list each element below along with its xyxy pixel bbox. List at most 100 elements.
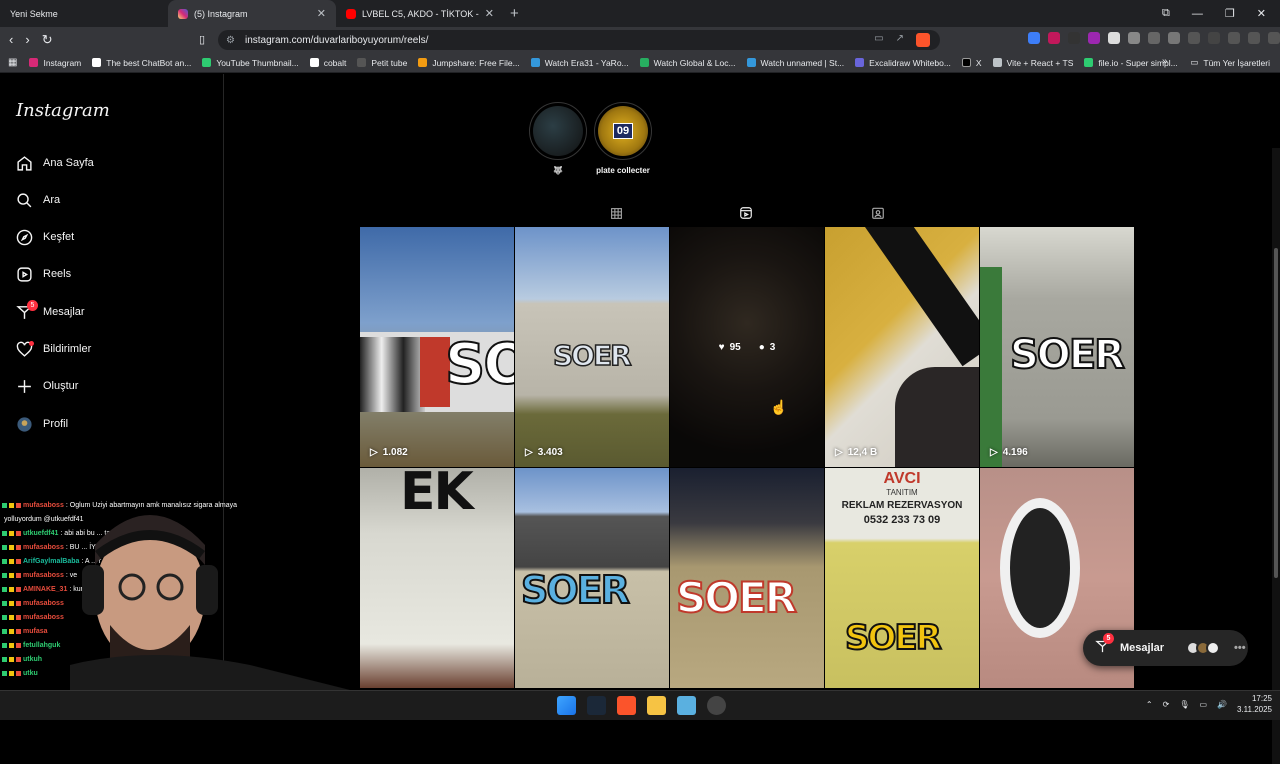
tab-new[interactable]: Yeni Sekme (0, 0, 168, 27)
steam-icon[interactable] (587, 696, 606, 715)
extension-icon[interactable] (1148, 32, 1160, 44)
reel-thumbnail[interactable]: SOER (515, 468, 669, 688)
sidebar-item-search[interactable]: Ara (16, 189, 60, 211)
brave-shields-icon[interactable] (916, 33, 930, 47)
clock[interactable]: 17:25 3.11.2025 (1237, 693, 1272, 715)
new-tab-button[interactable]: + (510, 5, 519, 22)
tab-instagram[interactable]: (5) Instagram ✕ (168, 0, 336, 27)
reel-thumbnail[interactable]: EK (360, 468, 514, 688)
bookmark-item[interactable]: Watch Global & Loc... (639, 58, 736, 68)
messages-float-button[interactable]: 5 Mesajlar ••• (1083, 630, 1248, 666)
sidebar-item-notifications[interactable]: Bildirimler (16, 338, 91, 360)
bookmark-item[interactable]: Watch unnamed | St... (746, 58, 844, 68)
more-icon[interactable]: ••• (1234, 642, 1246, 654)
app-icon[interactable] (707, 696, 726, 715)
highlight-image (533, 106, 583, 156)
bookmark-item[interactable]: The best ChatBot an... (92, 58, 191, 68)
extension-icon[interactable] (1068, 32, 1080, 44)
close-tab-icon[interactable]: ✕ (485, 7, 494, 20)
bookmark-item[interactable]: Watch Era31 - YaRo... (530, 58, 629, 68)
close-tab-icon[interactable]: ✕ (317, 7, 326, 20)
bookmark-item[interactable]: Excalidraw Whitebo... (855, 58, 951, 68)
reel-thumbnail[interactable]: ▷ 12,4 B (825, 227, 979, 467)
chat-username: mufasaboss (23, 543, 64, 551)
extension-icon[interactable] (1048, 32, 1060, 44)
chat-badge-icon (2, 502, 7, 508)
reload-icon[interactable]: ↻ (42, 32, 53, 48)
window-controls: ⧉ — ❐ ✕ (1162, 0, 1280, 27)
sidebar-toggle-icon[interactable] (1208, 32, 1220, 44)
sync-icon[interactable]: ⟳ (1163, 700, 1170, 709)
bookmark-item[interactable]: Jumpshare: Free File... (418, 58, 520, 68)
close-window-icon[interactable]: ✕ (1257, 7, 1266, 20)
chat-badge-icon (2, 642, 7, 648)
sidebar-item-reels[interactable]: Reels (16, 263, 71, 285)
sidebar-item-profile[interactable]: Profil (16, 413, 68, 435)
bookmark-item[interactable]: cobalt (309, 58, 346, 68)
reel-thumbnail[interactable]: SOER ▷ 4.196 (980, 227, 1134, 467)
bookmark-item[interactable]: YouTube Thumbnail... (202, 58, 299, 68)
scrollbar-thumb[interactable] (1274, 248, 1278, 578)
volume-icon[interactable]: 🔊 (1217, 700, 1227, 709)
site-info-icon[interactable]: ⚙ (226, 35, 235, 46)
mic-icon[interactable]: 🎙 (1179, 700, 1189, 709)
bookmark-label: Petit tube (371, 57, 408, 68)
extension-icon[interactable] (1128, 32, 1140, 44)
apps-icon[interactable]: ▦ (8, 57, 17, 68)
extension-icon[interactable] (1108, 32, 1120, 44)
chat-badge-icon (9, 530, 14, 536)
menu-icon[interactable] (1268, 32, 1280, 44)
address-bar[interactable]: ⚙ instagram.com/duvarlariboyuyorum/reels… (218, 30, 940, 50)
reel-thumbnail[interactable]: SOER (670, 468, 824, 688)
story-highlight[interactable]: 09 plate collecter (594, 102, 652, 175)
file-explorer-icon[interactable] (647, 696, 666, 715)
sidebar-item-messages[interactable]: 5 Mesajlar (16, 299, 85, 323)
brave-icon[interactable] (617, 696, 636, 715)
heart-icon: ♥ (718, 341, 725, 353)
reel-thumbnail[interactable]: ♥ 95 ● 3 ☝ (670, 227, 824, 467)
reel-thumbnail[interactable]: SOER ▷ 3.403 (515, 227, 669, 467)
tab-youtube[interactable]: LVBEL C5, AKDO - TİKTOK - YouTube ✕ (336, 0, 504, 27)
instagram-logo[interactable]: Instagram (16, 100, 110, 121)
bookmark-item[interactable]: Petit tube (357, 58, 407, 68)
reel-thumbnail[interactable]: SO ▷ 1.082 (360, 227, 514, 467)
extensions-icon[interactable]: ⧉ (1162, 7, 1170, 20)
share-icon[interactable]: ↗ (896, 33, 904, 47)
back-icon[interactable]: ‹ (9, 32, 13, 48)
cast-icon[interactable]: ▭ (874, 33, 883, 47)
page-scrollbar[interactable] (1272, 148, 1280, 764)
bookmark-icon[interactable]: ▯ (199, 33, 205, 46)
bookmark-item[interactable]: Vite + React + TS (992, 58, 1073, 68)
view-count: ▷ 1.082 (370, 447, 408, 458)
store-icon[interactable] (677, 696, 696, 715)
vpn-icon[interactable] (1248, 32, 1260, 44)
notification-dot (29, 340, 34, 346)
sidebar-item-create[interactable]: Oluştur (16, 375, 78, 397)
bookmark-item[interactable]: X (961, 58, 982, 68)
display-icon[interactable]: ▭ (1199, 700, 1207, 709)
extension-icon[interactable] (1088, 32, 1100, 44)
story-highlight[interactable]: 🐺 (529, 102, 587, 175)
sidebar-item-label: Oluştur (43, 380, 79, 392)
chat-badge-icon (2, 670, 7, 676)
bookmark-item[interactable]: Instagram (29, 58, 81, 68)
sidebar-item-explore[interactable]: Keşfet (16, 226, 74, 248)
music-icon[interactable] (1228, 32, 1240, 44)
tab-posts[interactable] (596, 198, 636, 228)
all-bookmarks-button[interactable]: ▭ Tüm Yer İşaretleri (1190, 57, 1270, 68)
extension-icon[interactable] (1188, 32, 1200, 44)
tab-tagged[interactable] (858, 198, 898, 228)
messages-badge: 5 (1103, 633, 1114, 644)
extension-icon[interactable] (1028, 32, 1040, 44)
forward-icon[interactable]: › (25, 32, 29, 48)
sidebar-item-home[interactable]: Ana Sayfa (16, 152, 94, 174)
bookmark-favicon-icon (961, 58, 971, 67)
chevron-up-icon[interactable]: ⌃ (1146, 700, 1153, 709)
restore-icon[interactable]: ❐ (1225, 7, 1235, 20)
minimize-icon[interactable]: — (1192, 8, 1203, 20)
start-icon[interactable] (557, 696, 576, 715)
more-bookmarks-icon[interactable]: » (1162, 56, 1168, 67)
extension-icon[interactable] (1168, 32, 1180, 44)
reel-thumbnail[interactable]: AVCI TANITIM REKLAM REZERVASYON 0532 233… (825, 468, 979, 688)
tab-reels[interactable] (726, 198, 766, 228)
